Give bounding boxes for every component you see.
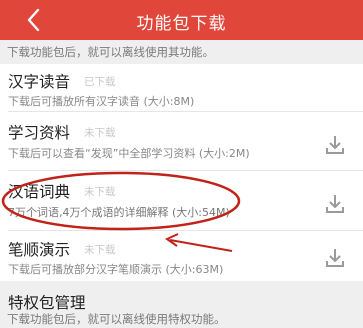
package-status-badge: 未下载 — [84, 127, 116, 139]
app-header: 功能包下载 — [0, 0, 363, 40]
package-row-stroke-order[interactable]: 笔顺演示 未下载 下载后可播放部分汉字笔顺演示 (大小:63M) — [0, 231, 363, 281]
package-description: 下载后可播放所有汉字读音 (大小:8M) — [8, 95, 195, 108]
privilege-section-header: 特权包管理 — [0, 281, 363, 312]
download-icon[interactable] — [325, 193, 345, 215]
package-title: 汉语词典 — [8, 183, 71, 201]
page-title: 功能包下载 — [136, 14, 227, 34]
package-description: 下载后可以查看“发现”中全部学习资料 (大小:2M) — [8, 147, 250, 160]
offline-notice: 下载功能包后，就可以离线使用其功能。 — [0, 40, 363, 64]
privilege-notice: 下载功能包后，就可以离线使用特权功能。 — [0, 311, 363, 328]
package-title: 学习资料 — [8, 124, 71, 142]
package-row-study-materials[interactable]: 学习资料 未下载 下载后可以查看“发现”中全部学习资料 (大小:2M) — [0, 112, 363, 171]
package-description: 下载后可播放部分汉字笔顺演示 (大小:63M) — [8, 263, 224, 276]
download-icon[interactable] — [325, 134, 345, 156]
package-row-chinese-dictionary[interactable]: 汉语词典 未下载 7万个词语,4万个成语的详细解释 (大小:54M) — [0, 171, 363, 231]
package-status-badge: 已下载 — [84, 76, 116, 88]
package-description: 7万个词语,4万个成语的详细解释 (大小:54M) — [8, 206, 230, 219]
package-title: 笔顺演示 — [8, 241, 71, 259]
package-status-badge: 未下载 — [84, 186, 116, 198]
section-title: 特权包管理 — [8, 294, 86, 312]
download-icon[interactable] — [325, 247, 345, 269]
package-title: 汉字读音 — [8, 73, 71, 91]
package-status-badge: 未下载 — [84, 244, 116, 256]
package-row-pronunciation[interactable]: 汉字读音 已下载 下载后可播放所有汉字读音 (大小:8M) — [0, 64, 363, 112]
